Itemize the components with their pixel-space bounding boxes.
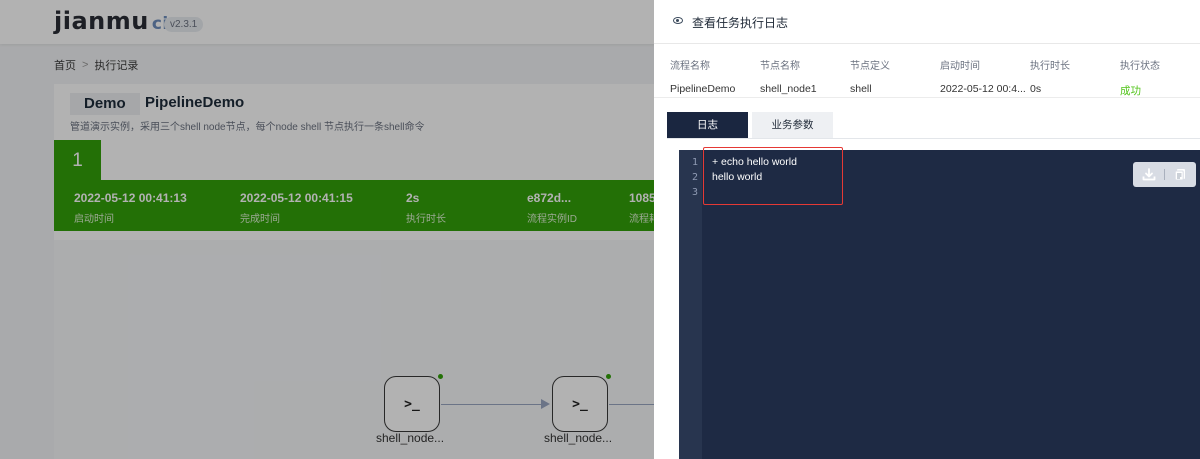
meta-value: 2022-05-12 00:4... [940, 83, 1026, 95]
meta-header: 流程名称 [670, 61, 710, 72]
line-gutter: 1 2 3 [679, 150, 702, 459]
drawer-title: 查看任务执行日志 [692, 16, 789, 30]
line-number: 2 [691, 172, 698, 183]
log-toolbar [1133, 162, 1196, 187]
tab-log[interactable]: 日志 [667, 112, 748, 139]
tab-divider [667, 138, 1200, 139]
highlight-box [703, 147, 843, 205]
download-icon [1142, 168, 1155, 181]
log-tabs: 日志 业务参数 [667, 112, 833, 139]
meta-duration: 执行时长 0s [1030, 57, 1070, 95]
meta-header: 启动时间 [940, 61, 980, 72]
meta-node-name: 节点名称 shell_node1 [760, 57, 817, 95]
meta-header: 执行状态 [1120, 61, 1160, 72]
meta-status: 执行状态 成功 [1120, 57, 1160, 98]
line-number: 1 [691, 157, 698, 168]
download-button[interactable] [1133, 162, 1164, 187]
copy-button[interactable] [1165, 162, 1196, 187]
divider [654, 97, 1200, 98]
meta-value: shell [850, 83, 872, 95]
log-drawer: 查看任务执行日志 流程名称 PipelineDemo 节点名称 shell_no… [654, 0, 1200, 459]
line-number: 3 [691, 187, 698, 198]
meta-header: 节点定义 [850, 61, 890, 72]
meta-node-def: 节点定义 shell [850, 57, 890, 95]
meta-value: 0s [1030, 83, 1042, 95]
copy-icon [1174, 169, 1185, 181]
meta-value: PipelineDemo [670, 83, 736, 95]
meta-value: shell_node1 [760, 83, 817, 95]
meta-start-time: 启动时间 2022-05-12 00:4... [940, 57, 1026, 95]
meta-header: 执行时长 [1030, 61, 1070, 72]
drawer-header: 查看任务执行日志 [654, 0, 1200, 44]
meta-header: 节点名称 [760, 61, 800, 72]
eye-icon [673, 17, 683, 24]
tab-business-params[interactable]: 业务参数 [752, 112, 833, 139]
status-badge: 成功 [1120, 85, 1141, 97]
meta-pipeline-name: 流程名称 PipelineDemo [670, 57, 735, 95]
